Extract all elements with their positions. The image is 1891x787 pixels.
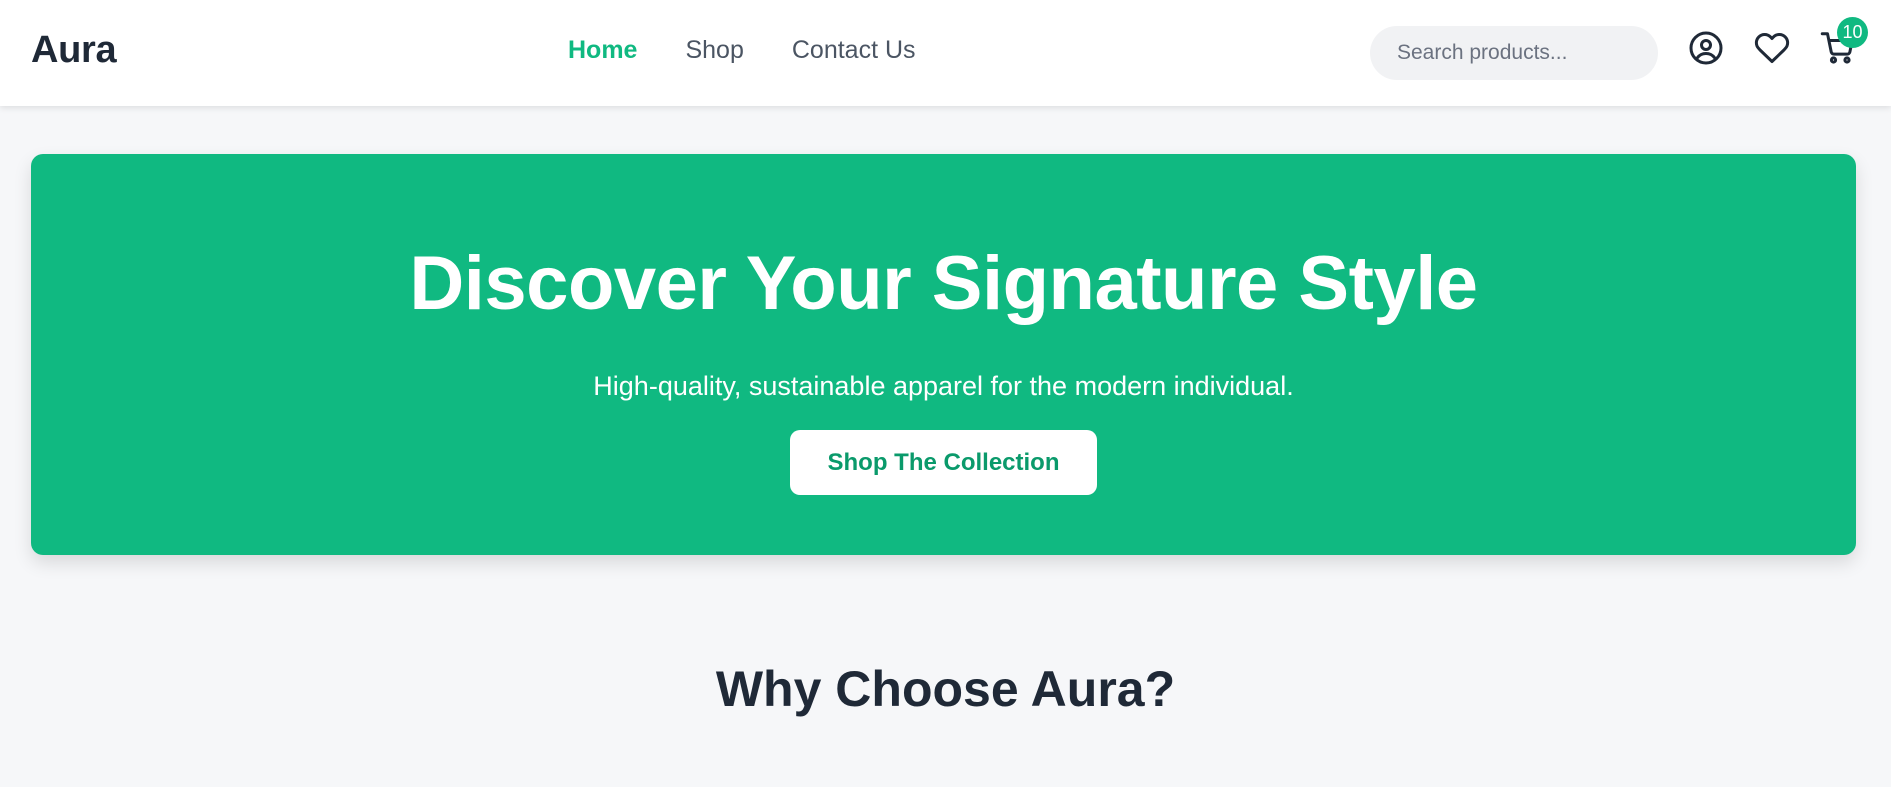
hero-subtitle: High-quality, sustainable apparel for th… (593, 371, 1294, 401)
heart-icon (1754, 30, 1790, 66)
hero-title: Discover Your Signature Style (409, 241, 1478, 326)
nav-contact-link[interactable]: Contact Us (792, 36, 916, 65)
main-nav: Home Shop Contact Us (568, 36, 916, 65)
brand-logo[interactable]: Aura (31, 29, 117, 72)
hero-banner: Discover Your Signature Style High-quali… (31, 154, 1856, 555)
search-input[interactable] (1370, 26, 1658, 80)
nav-home-link[interactable]: Home (568, 36, 637, 65)
site-header: Aura Home Shop Contact Us Search product… (0, 0, 1891, 106)
cart-count-badge: 10 (1837, 17, 1868, 48)
account-button[interactable] (1686, 28, 1726, 68)
wishlist-button[interactable] (1752, 28, 1792, 68)
user-circle-icon (1688, 30, 1724, 66)
nav-shop-link[interactable]: Shop (685, 36, 743, 65)
why-choose-heading: Why Choose Aura? (715, 661, 1176, 717)
shop-collection-button[interactable]: Shop The Collection (790, 430, 1097, 495)
